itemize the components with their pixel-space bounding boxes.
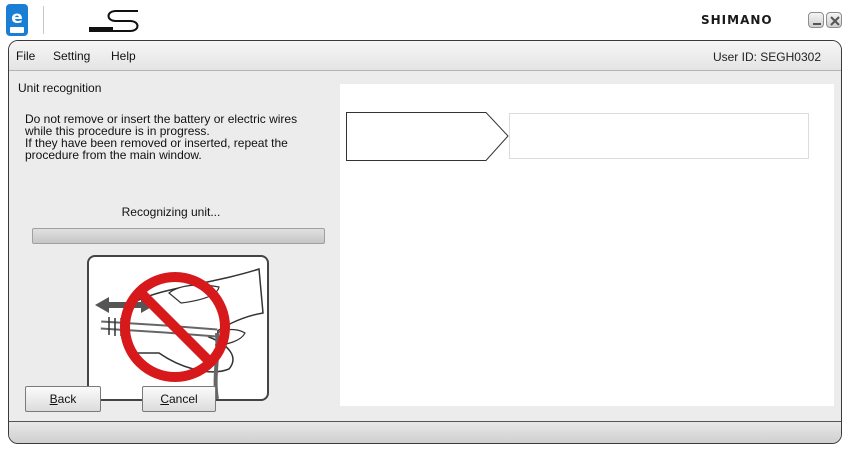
left-panel: Unit recognition Do not remove or insert… (9, 71, 333, 419)
unit-display-panel (340, 84, 834, 406)
progress-bar (32, 228, 325, 244)
shimano-s-logo-icon (86, 8, 142, 34)
do-not-disconnect-wire-icon (87, 255, 269, 401)
close-icon (830, 16, 840, 26)
back-button[interactable]: Back (25, 386, 101, 412)
menu-help[interactable]: Help (111, 49, 136, 63)
cancel-mnemonic: C (160, 392, 169, 406)
back-label: ack (57, 392, 77, 406)
title-divider (43, 6, 44, 34)
title-bar: e SHIMANO (0, 0, 849, 40)
status-bar (9, 421, 841, 443)
user-id: User ID: SEGH0302 (712, 50, 821, 64)
cancel-button[interactable]: Cancel (142, 386, 216, 412)
back-mnemonic: B (49, 392, 58, 406)
shimano-brand: SHIMANO (701, 13, 773, 27)
menu-bar: File Setting Help User ID: SEGH0302 (9, 41, 841, 71)
svg-text:e: e (11, 8, 23, 28)
main-window: File Setting Help User ID: SEGH0302 Unit… (8, 40, 842, 444)
status-text: Recognizing unit... (121, 205, 221, 219)
etube-logo-icon: e (6, 4, 28, 36)
menu-file[interactable]: File (16, 49, 35, 63)
warning-text: Do not remove or insert the battery or e… (25, 113, 325, 161)
cancel-label: ancel (168, 392, 198, 406)
minimize-button[interactable] (808, 12, 824, 28)
unit-info-box (509, 113, 809, 159)
warning-line: procedure from the main window. (25, 148, 202, 162)
close-button[interactable] (826, 12, 842, 28)
step-arrow-box (346, 112, 512, 165)
menu-setting[interactable]: Setting (53, 49, 90, 63)
panel-heading: Unit recognition (18, 81, 102, 95)
minimize-icon (813, 23, 821, 25)
